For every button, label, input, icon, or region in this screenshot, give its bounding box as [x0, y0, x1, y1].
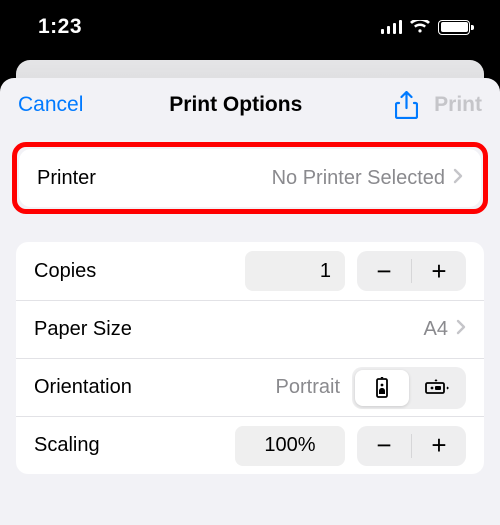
scaling-decrement-button[interactable]: −	[357, 426, 411, 466]
copies-increment-button[interactable]: +	[412, 251, 466, 291]
cancel-button[interactable]: Cancel	[18, 93, 83, 117]
paper-size-value: A4	[424, 318, 456, 341]
navigation-bar: Cancel Print Options Print	[0, 78, 500, 132]
print-options-sheet: Cancel Print Options Print Printer No Pr…	[0, 78, 500, 525]
chevron-right-icon	[456, 319, 466, 340]
printer-label: Printer	[37, 167, 96, 190]
copies-label: Copies	[34, 260, 96, 283]
settings-group: Copies 1 − + Paper Size A4 Orientation	[16, 242, 484, 474]
page-title: Print Options	[83, 93, 388, 117]
wifi-icon	[410, 20, 430, 34]
printer-row[interactable]: Printer No Printer Selected	[19, 149, 481, 207]
copies-decrement-button[interactable]: −	[357, 251, 411, 291]
chevron-right-icon	[453, 168, 463, 189]
orientation-landscape-button[interactable]	[409, 370, 463, 406]
status-indicators	[381, 20, 471, 35]
copies-stepper: − +	[357, 251, 466, 291]
cellular-signal-icon	[381, 20, 403, 34]
scaling-label: Scaling	[34, 434, 100, 457]
orientation-label: Orientation	[34, 376, 132, 399]
orientation-value: Portrait	[276, 376, 352, 399]
scaling-value[interactable]: 100%	[235, 426, 345, 466]
share-button[interactable]	[388, 91, 424, 119]
copies-row: Copies 1 − +	[16, 242, 484, 300]
orientation-portrait-button[interactable]	[355, 370, 409, 406]
paper-size-label: Paper Size	[34, 318, 132, 341]
orientation-row: Orientation Portrait	[16, 358, 484, 416]
print-button[interactable]: Print	[424, 93, 482, 117]
clock: 1:23	[38, 15, 82, 39]
printer-value: No Printer Selected	[272, 167, 453, 190]
paper-size-row[interactable]: Paper Size A4	[16, 300, 484, 358]
copies-value[interactable]: 1	[245, 251, 345, 291]
printer-group: Printer No Printer Selected	[19, 149, 481, 207]
printer-row-highlight: Printer No Printer Selected	[12, 142, 488, 214]
status-bar: 1:23	[0, 0, 500, 60]
scaling-increment-button[interactable]: +	[412, 426, 466, 466]
scaling-stepper: − +	[357, 426, 466, 466]
orientation-segmented	[352, 367, 466, 409]
scaling-row: Scaling 100% − +	[16, 416, 484, 474]
battery-icon	[438, 20, 470, 35]
